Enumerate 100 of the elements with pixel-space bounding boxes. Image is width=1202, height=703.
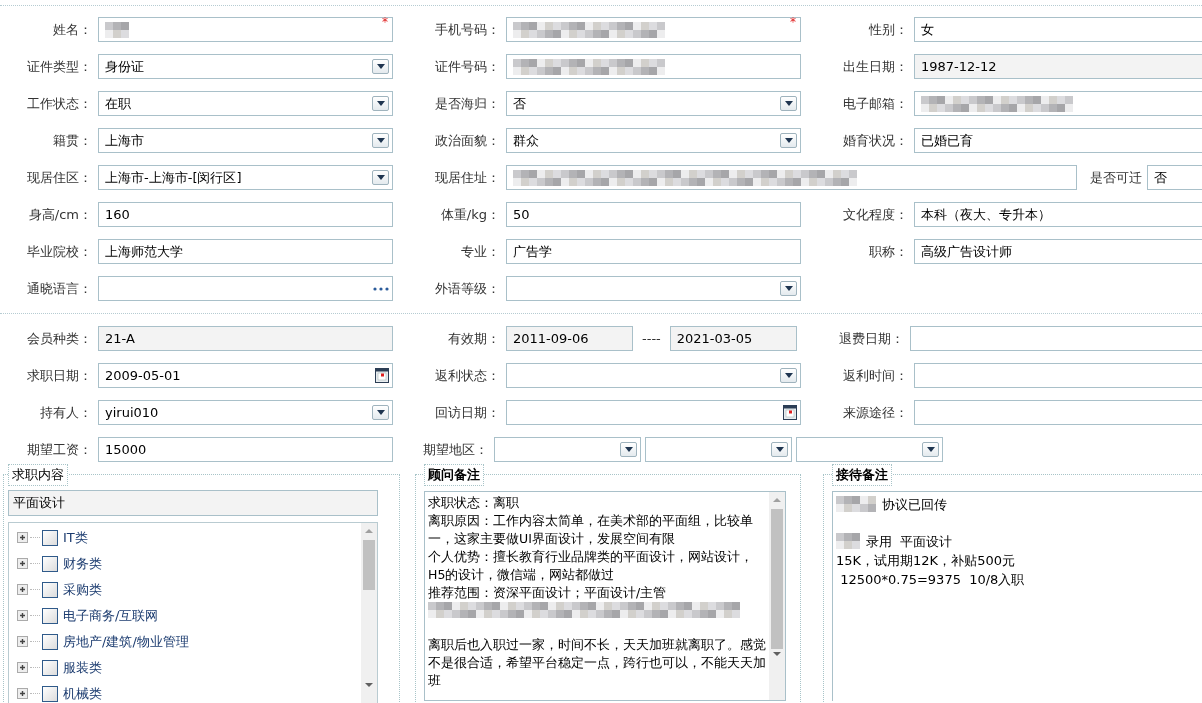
caret-icon xyxy=(376,175,385,180)
text-field[interactable]: 广告学 xyxy=(506,239,801,264)
dropdown-field[interactable]: yirui010 xyxy=(98,400,393,425)
notes-field[interactable]: 求职状态：离职 离职原因：工作内容太简单，在美术部的平面组，比较单一，这家主要做UI界面设计，发展空间有限 个人优势：擅长教育行业品牌类的平面设计，网站设计，H5的设计，微信端，网站都做过 推荐范围：资深平面设计；平面设计/主管 离职后也入职过一家，时间不长，天天加班就离职了。感觉不是很合适，希望平台稳定一点，跨行也可以，不能天天加班 xyxy=(424,490,786,701)
picker-field[interactable] xyxy=(98,276,393,301)
tree-item[interactable]: IT类 xyxy=(63,527,88,548)
scrollbar[interactable] xyxy=(769,491,785,700)
dropdown-button[interactable] xyxy=(372,59,389,74)
tree-item[interactable]: 机械类 xyxy=(63,683,102,703)
field-label: 有效期： xyxy=(447,329,500,348)
dropdown-field[interactable] xyxy=(645,437,792,462)
dropdown-field[interactable]: 群众 xyxy=(506,128,801,153)
dropdown-button[interactable] xyxy=(780,281,797,296)
dropdown-button[interactable] xyxy=(780,96,797,111)
text-field[interactable] xyxy=(914,400,1202,425)
field-label: 性别： xyxy=(868,20,908,39)
expand-icon[interactable] xyxy=(17,584,28,595)
expand-icon[interactable] xyxy=(17,558,28,569)
note-text: 协议已回传 xyxy=(882,495,947,514)
dropdown-button[interactable] xyxy=(372,96,389,111)
dropdown-field[interactable] xyxy=(796,437,943,462)
dropdown-button[interactable] xyxy=(372,170,389,185)
tree-item[interactable]: 服装类 xyxy=(63,657,102,678)
dropdown-button[interactable] xyxy=(922,442,939,457)
text-field[interactable]: 女 xyxy=(914,17,1202,42)
caret-icon xyxy=(376,101,385,106)
dropdown-button[interactable] xyxy=(372,133,389,148)
field-label: 出生日期： xyxy=(842,57,908,76)
dropdown-button[interactable] xyxy=(372,405,389,420)
text-field[interactable] xyxy=(914,91,1202,116)
caret-icon xyxy=(784,138,793,143)
date-picker-button[interactable] xyxy=(374,367,389,384)
dropdown-field[interactable] xyxy=(494,437,641,462)
note-text: 15K，试用期12K，补贴500元 xyxy=(836,551,1015,570)
more-icon[interactable] xyxy=(373,286,389,291)
text-field[interactable]: 上海师范大学 xyxy=(98,239,393,264)
date-field[interactable]: 2009-05-01 xyxy=(98,363,393,388)
field-label: 返利状态： xyxy=(434,366,500,385)
dropdown-field[interactable]: 上海市 xyxy=(98,128,393,153)
field-label: 持有人： xyxy=(39,403,92,422)
tree-item[interactable]: 电子商务/互联网 xyxy=(63,605,159,626)
text-field[interactable]: * xyxy=(506,17,801,42)
range-separator: ---- xyxy=(642,329,661,348)
tree-item[interactable]: 采购类 xyxy=(63,579,102,600)
text-field[interactable]: 50 xyxy=(506,202,801,227)
text-field[interactable]: * xyxy=(98,17,393,42)
dropdown-field[interactable]: 否 xyxy=(506,91,801,116)
checkbox[interactable] xyxy=(42,581,58,598)
field-label: 现居住区： xyxy=(26,168,92,187)
date-field[interactable] xyxy=(506,400,801,425)
dropdown-field[interactable]: 上海市-上海市-[闵行区] xyxy=(98,165,393,190)
text-field[interactable] xyxy=(914,363,1202,388)
text-field[interactable] xyxy=(506,165,1077,190)
note-text: 12500*0.75=9375 10/8入职 xyxy=(839,570,1025,589)
checkbox[interactable] xyxy=(42,659,58,676)
text-field[interactable]: 160 xyxy=(98,202,393,227)
field-label: 证件类型： xyxy=(26,57,92,76)
text-field[interactable]: 21-A xyxy=(98,326,393,351)
checkbox[interactable] xyxy=(42,685,58,702)
tree-item[interactable]: 房地产/建筑/物业管理 xyxy=(63,631,189,652)
text-field[interactable]: 平面设计 xyxy=(8,489,378,516)
text-field[interactable]: 否 xyxy=(1147,165,1202,190)
checkbox[interactable] xyxy=(42,607,58,624)
expand-icon[interactable] xyxy=(17,688,28,699)
note-text: 个人优势：擅长教育行业品牌类的平面设计，网站设计，H5的设计，微信端，网站都做过 xyxy=(428,547,754,584)
dropdown-button[interactable] xyxy=(771,442,788,457)
text-field[interactable] xyxy=(909,326,1202,351)
checkbox[interactable] xyxy=(42,555,58,572)
dropdown-button[interactable] xyxy=(620,442,637,457)
text-field[interactable]: 2021-03-05 xyxy=(669,326,797,351)
panel-title: 接待备注 xyxy=(832,464,892,486)
caret-icon xyxy=(784,101,793,106)
dropdown-field[interactable] xyxy=(506,363,801,388)
expand-icon[interactable] xyxy=(17,636,28,647)
tree-item[interactable]: 财务类 xyxy=(63,553,102,574)
field-label: 手机号码： xyxy=(434,20,500,39)
panel-title: 求职内容 xyxy=(8,464,68,486)
notes-field[interactable]: 协议已回传 录用 平面设计 15K，试用期12K，补贴500元 12500*0.75=9375 10/8入职 xyxy=(832,490,1202,701)
caret-icon xyxy=(926,447,935,452)
dropdown-field[interactable]: 身份证 xyxy=(98,54,393,79)
dropdown-button[interactable] xyxy=(780,133,797,148)
checkbox[interactable] xyxy=(42,529,58,546)
text-field[interactable] xyxy=(506,54,801,79)
text-field[interactable]: 高级广告设计师 xyxy=(914,239,1202,264)
text-field[interactable]: 本科（夜大、专升本） xyxy=(914,202,1202,227)
expand-icon[interactable] xyxy=(17,662,28,673)
field-label: 电子邮箱： xyxy=(842,94,908,113)
dropdown-field[interactable] xyxy=(506,276,801,301)
date-picker-button[interactable] xyxy=(782,404,797,421)
scrollbar[interactable] xyxy=(361,522,377,703)
expand-icon[interactable] xyxy=(17,610,28,621)
field-label: 专业： xyxy=(460,242,500,261)
text-field[interactable]: 2011-09-06 xyxy=(506,326,633,351)
dropdown-button[interactable] xyxy=(780,368,797,383)
text-field[interactable]: 已婚已育 xyxy=(914,128,1202,153)
text-field[interactable]: 1987-12-12 xyxy=(914,54,1202,79)
dropdown-field[interactable]: 在职 xyxy=(98,91,393,116)
checkbox[interactable] xyxy=(42,633,58,650)
expand-icon[interactable] xyxy=(17,532,28,543)
text-field[interactable]: 15000 xyxy=(98,437,393,462)
